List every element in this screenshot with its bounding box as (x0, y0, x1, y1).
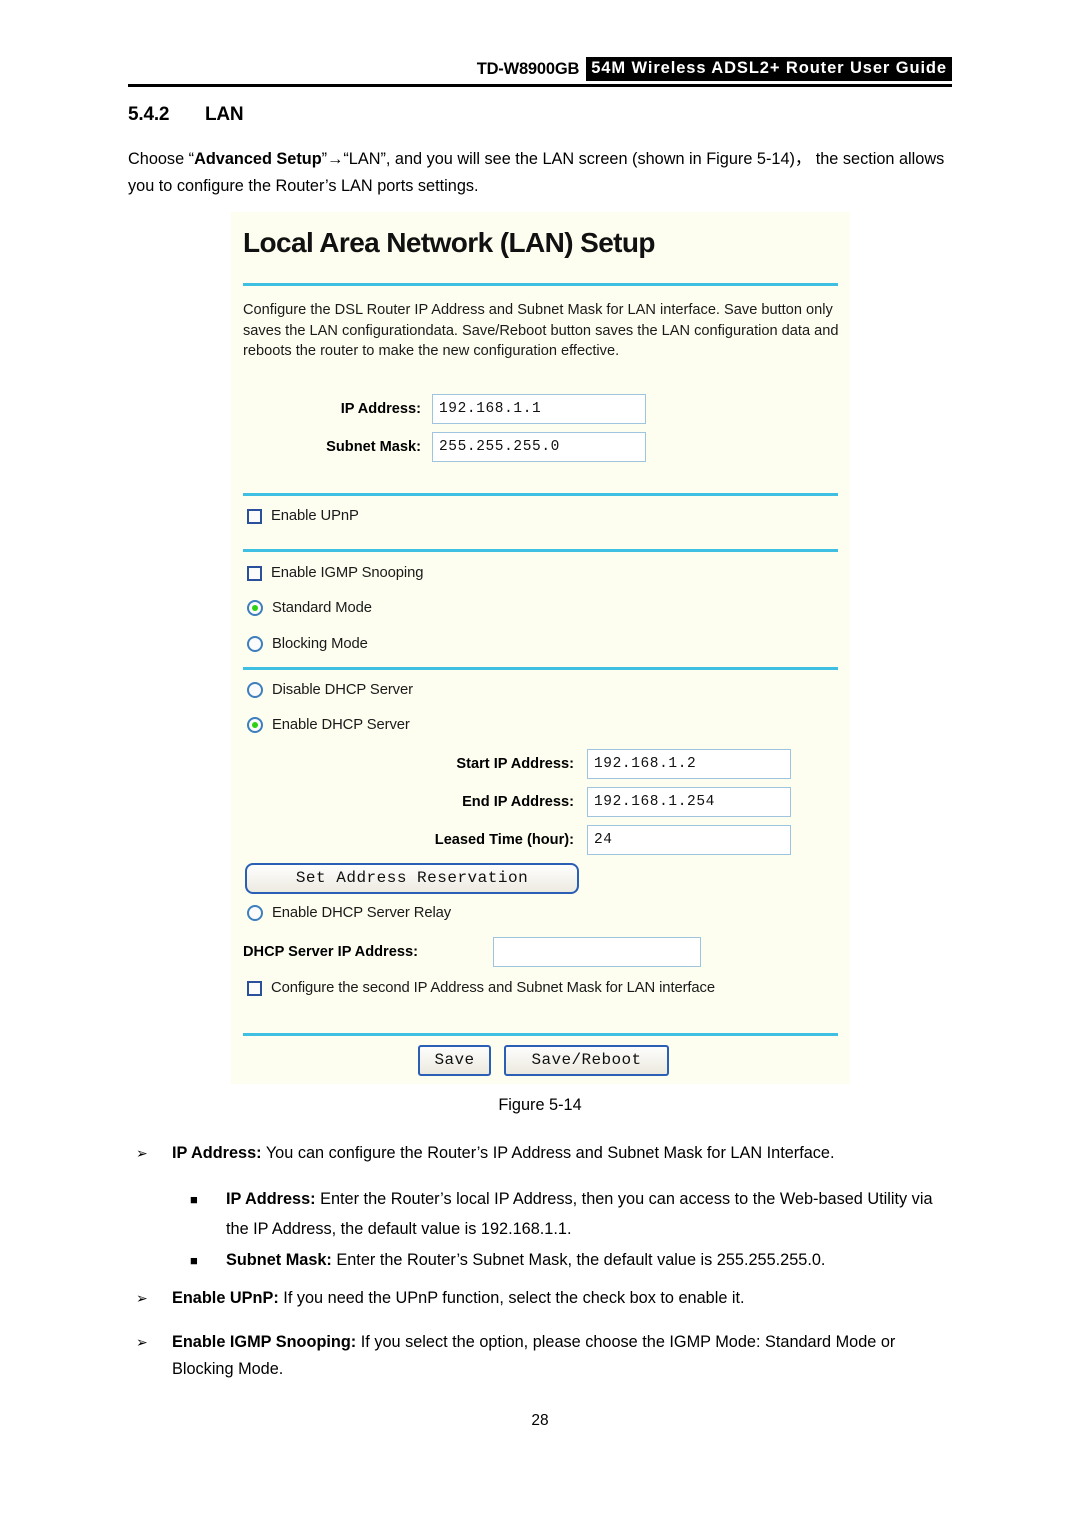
start-ip-address-row: Start IP Address: 192.168.1.2 (243, 749, 791, 779)
dhcp-server-ip-input[interactable] (493, 937, 701, 967)
subnet-mask-row: Subnet Mask: 255.255.255.0 (243, 432, 646, 462)
lan-setup-panel: Local Area Network (LAN) Setup Configure… (231, 212, 850, 1084)
arrow-bullet-icon: ➢ (136, 1334, 148, 1350)
section-title: LAN (205, 104, 244, 125)
enable-igmp-snooping-checkbox[interactable] (247, 565, 262, 581)
blocking-mode-label: Blocking Mode (272, 636, 368, 652)
bullet-ip-address-overview: ➢ IP Address: You can configure the Rout… (128, 1140, 956, 1167)
configure-second-ip-option[interactable]: Configure the second IP Address and Subn… (247, 980, 715, 996)
figure-caption: Figure 5-14 (498, 1096, 582, 1114)
intro-text-1: Choose “ (128, 150, 195, 168)
square-bullet-icon: ■ (190, 1192, 198, 1207)
bullet-text: Enable IGMP Snooping: If you select the … (172, 1329, 956, 1383)
disable-dhcp-server-option[interactable]: Disable DHCP Server (247, 682, 413, 698)
header-divider (128, 84, 952, 87)
configure-second-ip-label: Configure the second IP Address and Subn… (271, 980, 715, 996)
divider-above-upnp (243, 493, 838, 496)
enable-igmp-snooping-option[interactable]: Enable IGMP Snooping (247, 565, 423, 581)
enable-upnp-option[interactable]: Enable UPnP (247, 508, 359, 524)
bullet-bold-label: IP Address: (226, 1190, 316, 1208)
document-page: TD-W8900GB 54M Wireless ADSL2+ Router Us… (0, 0, 1080, 1527)
bullet-text: Enable UPnP: If you need the UPnP functi… (172, 1285, 956, 1312)
save-reboot-button[interactable]: Save/Reboot (504, 1045, 669, 1076)
enable-upnp-checkbox[interactable] (247, 508, 262, 524)
panel-description: Configure the DSL Router IP Address and … (243, 302, 839, 359)
bullet-enable-upnp: ➢ Enable UPnP: If you need the UPnP func… (128, 1285, 956, 1312)
divider-above-igmp (243, 549, 838, 552)
start-ip-address-label: Start IP Address: (456, 756, 574, 772)
bullet-bold-label: Subnet Mask: (226, 1251, 332, 1269)
page-title: 5.4.2 LAN (128, 104, 244, 126)
product-model: TD-W8900GB (476, 59, 580, 78)
divider-below-heading (243, 283, 838, 286)
configure-second-ip-checkbox[interactable] (247, 980, 262, 996)
subnet-mask-label: Subnet Mask: (326, 439, 421, 455)
save-button[interactable]: Save (418, 1045, 491, 1076)
leased-time-label: Leased Time (hour): (434, 832, 574, 848)
subnet-mask-input[interactable]: 255.255.255.0 (432, 432, 646, 462)
arrow-bullet-icon: ➢ (136, 1290, 148, 1306)
bullet-text: Subnet Mask: Enter the Router’s Subnet M… (226, 1245, 956, 1275)
panel-heading: Local Area Network (LAN) Setup (243, 227, 656, 258)
start-ip-address-input[interactable]: 192.168.1.2 (587, 749, 791, 779)
end-ip-address-label: End IP Address: (462, 794, 574, 810)
intro-paragraph: Choose “Advanced Setup”→“LAN”, and you w… (128, 146, 956, 200)
bullet-text: IP Address: Enter the Router’s local IP … (226, 1184, 956, 1244)
page-number: 28 (531, 1412, 549, 1429)
bullet-ip-address-detail: ■ IP Address: Enter the Router’s local I… (190, 1184, 956, 1244)
bullet-enable-igmp-snooping: ➢ Enable IGMP Snooping: If you select th… (128, 1329, 956, 1383)
enable-dhcp-server-label: Enable DHCP Server (272, 717, 410, 733)
bullet-body: If you need the UPnP function, select th… (278, 1289, 745, 1307)
bullet-body: Enter the Router’s local IP Address, the… (226, 1190, 933, 1238)
enable-igmp-snooping-label: Enable IGMP Snooping (271, 565, 424, 581)
standard-mode-option[interactable]: Standard Mode (247, 600, 372, 616)
ip-address-row: IP Address: 192.168.1.1 (243, 394, 646, 424)
blocking-mode-option[interactable]: Blocking Mode (247, 636, 368, 652)
arrow-bullet-icon: ➢ (136, 1145, 148, 1161)
section-number: 5.4.2 (128, 104, 170, 125)
ip-address-input[interactable]: 192.168.1.1 (432, 394, 646, 424)
intro-bold-advanced-setup: Advanced Setup (194, 150, 322, 168)
dhcp-server-ip-label: DHCP Server IP Address: (243, 944, 418, 960)
leased-time-input[interactable]: 24 (587, 825, 791, 855)
standard-mode-label: Standard Mode (272, 600, 372, 616)
disable-dhcp-server-radio[interactable] (247, 682, 263, 698)
bullet-bold-label: Enable UPnP: (172, 1289, 279, 1307)
set-address-reservation-button[interactable]: Set Address Reservation (245, 863, 579, 894)
bullet-bold-label: Enable IGMP Snooping: (172, 1333, 357, 1351)
enable-dhcp-server-option[interactable]: Enable DHCP Server (247, 717, 410, 733)
end-ip-address-input[interactable]: 192.168.1.254 (587, 787, 791, 817)
enable-dhcp-server-relay-option[interactable]: Enable DHCP Server Relay (247, 905, 451, 921)
bullet-bold-label: IP Address: (172, 1144, 262, 1162)
enable-upnp-label: Enable UPnP (271, 508, 359, 524)
divider-above-save-buttons (243, 1033, 838, 1036)
blocking-mode-radio[interactable] (247, 636, 263, 652)
leased-time-row: Leased Time (hour): 24 (243, 825, 791, 855)
divider-above-dhcp (243, 667, 838, 670)
panel-action-buttons: Save Save/Reboot (418, 1045, 669, 1076)
dhcp-server-ip-row: DHCP Server IP Address: (243, 937, 701, 967)
enable-dhcp-server-radio[interactable] (247, 717, 263, 733)
enable-dhcp-server-relay-radio[interactable] (247, 905, 263, 921)
disable-dhcp-server-label: Disable DHCP Server (272, 682, 413, 698)
square-bullet-icon: ■ (190, 1253, 198, 1268)
guide-title: 54M Wireless ADSL2+ Router User Guide (586, 57, 952, 81)
ip-address-label: IP Address: (340, 401, 421, 417)
bullet-subnet-mask-detail: ■ Subnet Mask: Enter the Router’s Subnet… (190, 1245, 956, 1275)
bullet-body: You can configure the Router’s IP Addres… (261, 1144, 835, 1162)
standard-mode-radio[interactable] (247, 600, 263, 616)
bullet-body: Enter the Router’s Subnet Mask, the defa… (331, 1251, 826, 1269)
end-ip-address-row: End IP Address: 192.168.1.254 (243, 787, 791, 817)
running-header: TD-W8900GB 54M Wireless ADSL2+ Router Us… (128, 52, 952, 86)
enable-dhcp-server-relay-label: Enable DHCP Server Relay (272, 905, 452, 921)
bullet-text: IP Address: You can configure the Router… (172, 1140, 956, 1167)
